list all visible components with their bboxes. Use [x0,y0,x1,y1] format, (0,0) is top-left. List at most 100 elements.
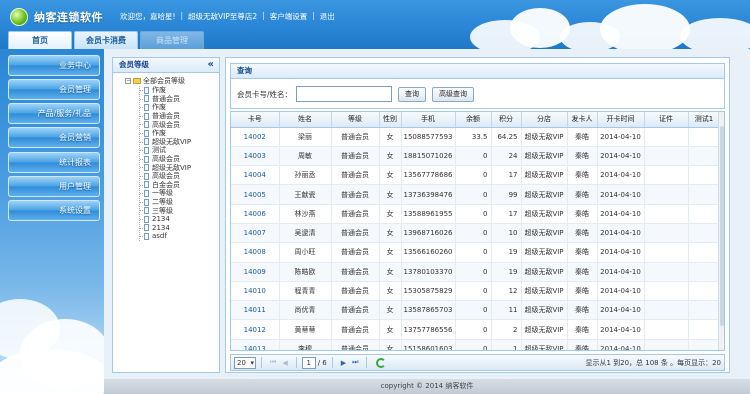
document-icon [144,207,149,215]
table-cell: 吴逯清 [279,223,332,244]
table-cell[interactable]: 14002 [231,127,280,147]
sidebar-item-member-marketing[interactable]: 会员营销 [8,127,100,148]
table-row[interactable]: 14010 程青青 普通会员女 15305875829 0 12 超级无敌VIP 秦皓 2014… [231,281,721,302]
table-cell[interactable]: 14004 [231,165,280,186]
tree-node[interactable]: 三等级 [140,206,191,215]
table-cell: 超级无敌VIP [521,184,568,205]
page-size-select[interactable]: 20 [234,356,256,369]
table-row[interactable]: 14006 林沙燕 普通会员女 13588961955 0 17 超级无敌VIP 秦皓 2014… [231,204,721,224]
sidebar-item-products-services-gifts[interactable]: 产品/服务/礼品 [8,103,100,124]
table-cell [644,339,689,350]
table-cell[interactable]: 14011 [231,300,280,321]
last-page-icon[interactable]: ⏭ [352,358,358,367]
tree-toggle-icon[interactable]: − [125,78,131,84]
table-cell: 秦皓 [567,281,598,302]
scrollbar-thumb[interactable] [720,126,724,326]
table-cell: 普通会员 [331,319,380,340]
table-cell: 0 [455,242,492,263]
document-icon [144,138,149,146]
column-header[interactable]: 证件 [644,112,689,128]
table-cell[interactable]: 14009 [231,262,280,282]
table-cell: 15305875829 [401,281,456,302]
table-cell: 2014-04-10 [597,242,645,263]
main-panel: 查询 会员卡号/姓名： 查询 高级查询 卡号 姓名 等级 性别 手机 余额 积分… [225,57,730,373]
left-sidebar: 业务中心 会员管理 产品/服务/礼品 会员营销 统计报表 用户管理 系统设置 [0,49,104,394]
column-header[interactable]: 卡号 [231,112,280,128]
column-header[interactable]: 测试1 [688,112,721,128]
table-row[interactable]: 14004 孙丽丞 普通会员女 13567778686 0 17 超级无敌VIP 秦皓 2014… [231,165,721,186]
search-button[interactable]: 查询 [398,86,427,102]
advanced-search-button[interactable]: 高级查询 [432,86,475,102]
document-icon [144,86,149,94]
column-header[interactable]: 分店 [521,112,568,128]
table-cell[interactable]: 14005 [231,184,280,205]
table-cell: 陈皓欧 [279,262,332,282]
table-cell [688,146,721,167]
tree-node[interactable]: 2134 [140,224,191,233]
card-name-input[interactable] [296,86,393,102]
table-cell[interactable]: 14006 [231,204,280,224]
vertical-scrollbar[interactable] [718,112,724,350]
table-cell: 2014-04-10 [597,204,645,224]
table-cell[interactable]: 14007 [231,223,280,244]
table-cell: 18815071026 [401,146,456,167]
table-row[interactable]: 14002 梁丽 普通会员女 15088577593 33.5 64.25 超级无敌VIP 秦… [231,127,721,147]
sidebar-item-business-center[interactable]: 业务中心 [8,55,100,76]
table-cell[interactable]: 14012 [231,319,280,340]
table-row[interactable]: 14008 周小旺 普通会员女 13566160260 0 19 超级无敌VIP 秦皓 2014… [231,242,721,263]
column-header[interactable]: 手机 [401,112,456,128]
table-row[interactable]: 14003 周敏 普通会员女 18815071026 0 24 超级无敌VIP 秦皓 2014-… [231,146,721,167]
store-link[interactable]: 超级无敌VIP至尊店2 [188,11,257,22]
tree-node[interactable]: asdf [140,232,191,241]
member-level-panel-header: 会员等级 « [113,58,219,73]
column-header[interactable]: 发卡人 [567,112,598,128]
table-cell: 2014-04-10 [597,319,645,340]
table-cell: 女 [379,223,402,244]
table-cell: 程青青 [279,281,332,302]
table-row[interactable]: 14013 李穆 普通会员女 15158601603 0 1 超级无敌VIP 秦皓 2014-0… [231,339,721,350]
table-cell: 秦皓 [567,319,598,340]
collapse-icon[interactable]: « [208,58,214,72]
tree-node-label: asdf [152,232,167,241]
column-header[interactable]: 等级 [331,112,380,128]
tree-node[interactable]: 2134 [140,215,191,224]
table-cell: 普通会员 [331,262,380,282]
table-cell[interactable]: 14010 [231,281,280,302]
sidebar-item-system-settings[interactable]: 系统设置 [8,200,100,221]
table-cell[interactable]: 14013 [231,339,280,350]
refresh-icon[interactable] [376,357,387,368]
table-cell: 13566160260 [401,242,456,263]
document-icon [144,146,149,154]
sidebar-item-user-management[interactable]: 用户管理 [8,176,100,197]
table-row[interactable]: 14009 陈皓欧 普通会员女 13780103370 0 19 超级无敌VIP 秦皓 2014… [231,262,721,282]
client-settings-link[interactable]: 客户端设置 [270,11,308,22]
logout-link[interactable]: 退出 [320,11,335,22]
table-cell: 周敏 [279,146,332,167]
column-header[interactable]: 性别 [379,112,402,128]
tab-home[interactable]: 首页 [8,31,72,49]
table-cell[interactable]: 14003 [231,146,280,167]
table-cell[interactable]: 14008 [231,242,280,263]
table-row[interactable]: 14005 王献瓷 普通会员女 13736398476 0 99 超级无敌VIP 秦皓 2014… [231,184,721,205]
main-tabs: 首页 会员卡消费 商品管理 [8,31,206,49]
table-cell: 0 [455,184,492,205]
tab-member-card-consumption[interactable]: 会员卡消费 [74,31,138,49]
sidebar-item-statistics-reports[interactable]: 统计报表 [8,152,100,173]
column-header[interactable]: 姓名 [279,112,332,128]
tab-product-management[interactable]: 商品管理 [140,31,204,49]
column-header[interactable]: 积分 [491,112,522,128]
next-page-icon[interactable]: ▶ [341,359,346,367]
table-row[interactable]: 14007 吴逯清 普通会员女 13968716026 0 10 超级无敌VIP 秦皓 2014… [231,223,721,244]
document-icon [144,224,149,232]
first-page-icon[interactable]: ⏮ [270,358,276,367]
prev-page-icon[interactable]: ◀ [282,359,287,367]
table-row[interactable]: 14011 尚优青 普通会员女 13587865703 0 11 超级无敌VIP 秦皓 2014… [231,300,721,321]
table-row[interactable]: 14012 黄蒂蒂 普通会员女 13757786556 0 2 超级无敌VIP 秦皓 2014-… [231,319,721,340]
column-header[interactable]: 开卡时间 [597,112,645,128]
sidebar-item-member-management[interactable]: 会员管理 [8,79,100,100]
table-cell: 2014-04-10 [597,339,645,350]
column-header[interactable]: 余额 [455,112,492,128]
table-cell: 秦皓 [567,262,598,282]
table-cell: 普通会员 [331,146,380,167]
current-page-input[interactable]: 1 [301,356,316,369]
